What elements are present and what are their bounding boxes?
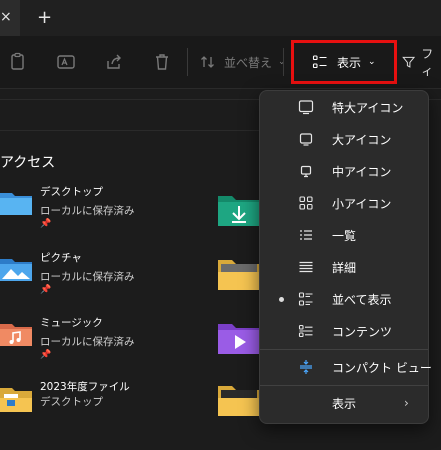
pin-icon: 📌 [40, 350, 52, 360]
menu-item-large-icons[interactable]: 大アイコン [260, 123, 428, 155]
menu-separator [260, 349, 428, 350]
item-status: ローカルに保存済み [40, 205, 135, 217]
list-item[interactable]: ミュージック ローカルに保存済み 📌 [0, 314, 200, 362]
menu-item-small-icons[interactable]: 小アイコン [260, 187, 428, 219]
menu-item-label: 中アイコン [332, 164, 392, 179]
item-location: デスクトップ [40, 396, 103, 408]
sort-icon [201, 56, 214, 68]
compact-view-icon [300, 360, 312, 374]
close-tab-icon[interactable]: × [0, 9, 12, 25]
delete-icon[interactable] [152, 52, 172, 72]
menu-item-label: 表示 [332, 396, 357, 411]
item-name: デスクトップ [40, 186, 103, 198]
selected-indicator [279, 296, 284, 302]
section-divider [0, 130, 260, 131]
new-tab-icon[interactable]: + [37, 7, 52, 28]
menu-item-compact-view[interactable]: コンパクト ビュー [260, 351, 432, 383]
menu-item-label: コンテンツ [332, 324, 393, 339]
menu-separator [260, 385, 428, 386]
filter-button[interactable]: フィ [402, 47, 441, 78]
pin-icon: 📌 [40, 285, 52, 295]
menu-item-show[interactable]: 表示 › [260, 387, 428, 419]
list-item[interactable]: 2023年度ファイル デスクトップ [0, 378, 200, 426]
videos-folder-icon[interactable] [218, 320, 260, 354]
monitor-large-icon [298, 100, 314, 115]
menu-item-extra-large-icons[interactable]: 特大アイコン [260, 91, 428, 123]
pictures-folder-icon [0, 259, 32, 281]
view-button[interactable]: 表示 ⌄ [291, 40, 397, 84]
screenshot-folder-icon[interactable] [218, 382, 260, 416]
menu-item-label: 一覧 [332, 228, 357, 243]
menu-item-label: 特大アイコン [332, 100, 404, 115]
monitor-small-icon [300, 165, 312, 178]
grid-icon [299, 196, 313, 210]
monitor-icon [299, 133, 313, 146]
view-menu: 特大アイコン 大アイコン 中アイコン 小アイコン 一覧 詳細 並べて表示 コンテ… [259, 90, 432, 424]
chevron-right-icon: › [404, 396, 409, 410]
menu-item-medium-icons[interactable]: 中アイコン [260, 155, 428, 187]
chevron-down-icon: ⌄ [278, 57, 286, 67]
desktop-folder-icon [0, 193, 32, 215]
sort-label: 並べ替え [224, 55, 273, 70]
view-label: 表示 [337, 55, 362, 70]
filter-label: フィ [421, 47, 434, 78]
menu-item-label: 詳細 [332, 260, 357, 275]
menu-item-list[interactable]: 一覧 [260, 219, 428, 251]
share-icon[interactable] [104, 52, 124, 72]
chevron-down-icon: ⌄ [368, 57, 376, 67]
list-item[interactable]: ピクチャ ローカルに保存済み 📌 [0, 249, 200, 297]
tiles-icon [298, 292, 313, 306]
section-title: アクセス [0, 155, 56, 171]
pin-icon: 📌 [40, 219, 52, 229]
paste-icon[interactable] [8, 52, 28, 72]
filter-icon [402, 56, 416, 68]
item-status: ローカルに保存済み [40, 271, 135, 283]
rename-icon[interactable] [56, 52, 76, 72]
item-name: ミュージック [40, 317, 103, 329]
downloads-folder-icon[interactable] [218, 192, 260, 226]
toolbar-separator [187, 48, 188, 76]
folder-icon [0, 388, 32, 412]
menu-item-details[interactable]: 詳細 [260, 251, 428, 283]
content-icon [298, 324, 313, 338]
menu-item-content[interactable]: コンテンツ [260, 315, 428, 347]
menu-item-label: コンパクト ビュー [332, 360, 432, 375]
item-name: 2023年度ファイル [40, 381, 130, 393]
item-status: ローカルに保存済み [40, 336, 135, 348]
menu-item-label: 大アイコン [332, 132, 392, 147]
title-bar [0, 0, 441, 36]
photo-folder-icon[interactable] [218, 256, 260, 290]
menu-item-label: 並べて表示 [332, 292, 392, 307]
sort-button[interactable]: 並べ替え ⌄ [200, 48, 286, 76]
toolbar-separator [283, 48, 284, 76]
music-folder-icon [0, 324, 32, 346]
details-icon [299, 261, 313, 273]
item-name: ピクチャ [40, 252, 82, 264]
list-item[interactable]: デスクトップ ローカルに保存済み 📌 [0, 183, 200, 231]
menu-item-label: 小アイコン [332, 196, 392, 211]
menu-item-tiles[interactable]: 並べて表示 [260, 283, 428, 315]
view-icon [312, 55, 327, 69]
list-icon [300, 230, 312, 240]
